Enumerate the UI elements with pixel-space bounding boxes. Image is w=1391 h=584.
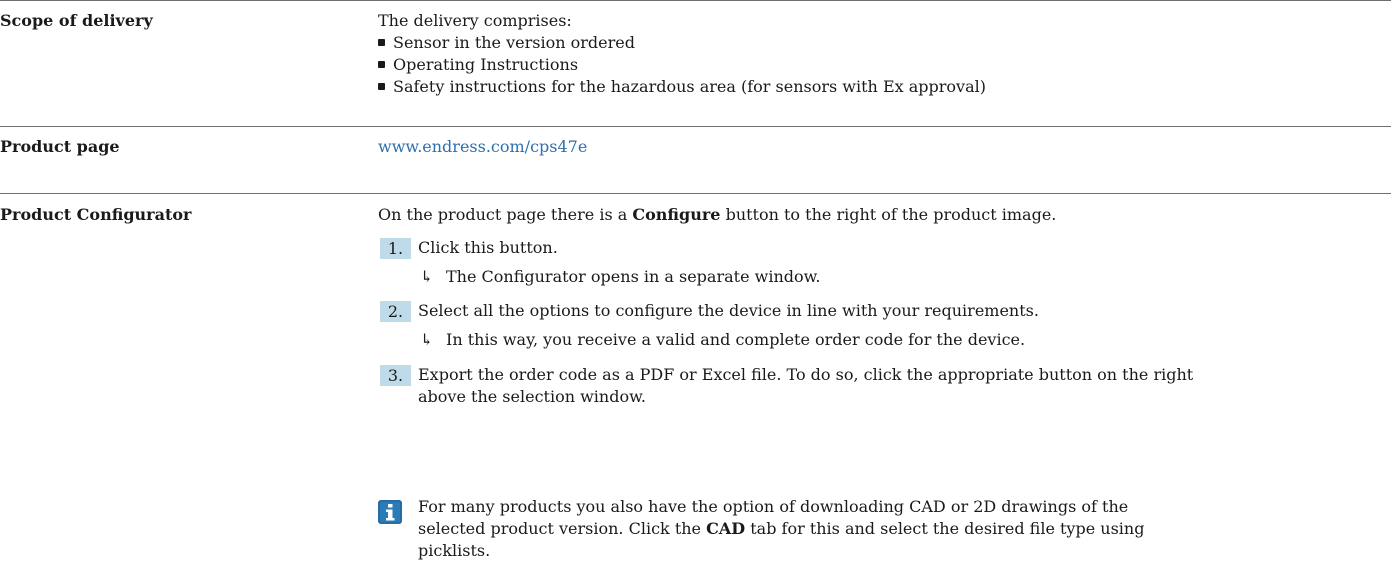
product-page-link-row: www.endress.com/cps47e <box>378 136 587 158</box>
step-text: Select all the options to configure the … <box>418 301 1039 320</box>
note-text: picklists. <box>418 541 491 560</box>
note-text: For many products you also have the opti… <box>418 497 1129 516</box>
configurator-label: Product Configurator <box>0 205 192 224</box>
step-text: Click this button. <box>418 238 558 257</box>
bullet-icon <box>378 83 385 90</box>
step-result: ↳ In this way, you receive a valid and co… <box>420 330 1026 349</box>
list-item: Sensor in the version ordered <box>378 32 635 54</box>
result-arrow-icon: ↳ <box>420 330 434 349</box>
step-text: Export the order code as a PDF or Excel … <box>418 365 1194 384</box>
scope-intro: The delivery comprises: <box>378 11 572 30</box>
step-result: ↳ The Configurator opens in a separate wi… <box>420 267 821 286</box>
step-text-continued: above the selection window. <box>418 387 646 406</box>
result-arrow-icon: ↳ <box>420 267 434 286</box>
info-icon <box>378 500 402 524</box>
configurator-intro: On the product page there is a Configure… <box>378 205 1057 224</box>
product-page-label: Product page <box>0 137 120 156</box>
note-text: selected product version. Click the CAD … <box>418 519 1145 538</box>
product-page-link[interactable]: www.endress.com/cps47e <box>378 137 587 156</box>
bullet-icon <box>378 61 385 68</box>
list-item: Operating Instructions <box>378 54 578 76</box>
section-divider <box>0 193 1391 194</box>
bullet-icon <box>378 39 385 46</box>
section-divider <box>0 0 1391 1</box>
list-item: Safety instructions for the hazardous ar… <box>378 76 986 98</box>
scope-label: Scope of delivery <box>0 11 153 30</box>
section-divider <box>0 126 1391 127</box>
step-number: 2. <box>380 301 411 322</box>
step-number: 3. <box>380 365 411 386</box>
step-number: 1. <box>380 238 411 259</box>
